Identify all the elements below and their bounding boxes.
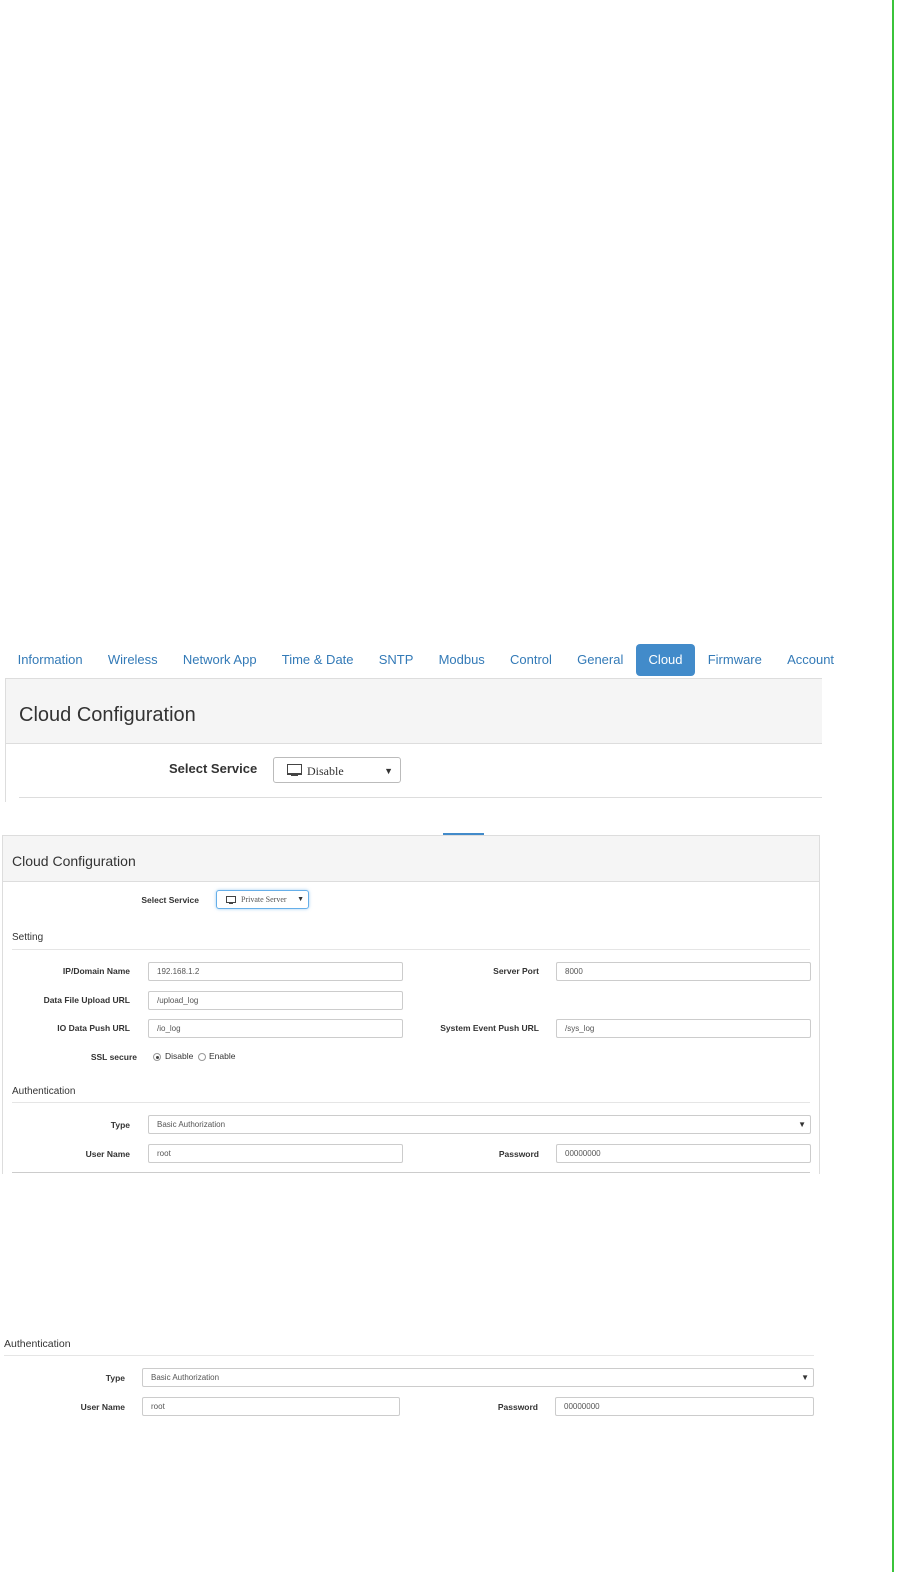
tab-cloud[interactable]: Cloud <box>635 644 696 676</box>
sys-event-url-label: System Event Push URL <box>440 1023 539 1033</box>
user-name-input[interactable]: root <box>148 1144 403 1163</box>
upload-url-input[interactable]: /upload_log <box>148 991 403 1010</box>
auth-type-value: Basic Authorization <box>157 1120 226 1129</box>
authentication-divider <box>4 1355 814 1356</box>
panel-bottom-divider <box>12 1172 810 1173</box>
service-select-value: Disable <box>307 764 344 778</box>
ip-domain-input[interactable]: 192.168.1.2 <box>148 962 403 981</box>
caret-down-icon: ▼ <box>798 1120 806 1129</box>
sys-event-url-input[interactable]: /sys_log <box>556 1019 811 1038</box>
io-push-url-input[interactable]: /io_log <box>148 1019 403 1038</box>
cloud-config-panel-disabled: Cloud Configuration Select Service Disab… <box>5 678 822 802</box>
authentication-section-title: Authentication <box>12 1086 76 1097</box>
service-select[interactable]: Disable ▼ <box>273 757 401 783</box>
io-push-url-label: IO Data Push URL <box>57 1023 130 1033</box>
setting-divider <box>12 949 810 950</box>
user-name-label: User Name <box>85 1149 130 1159</box>
caret-down-icon: ▼ <box>801 1373 809 1382</box>
password-input[interactable]: 00000000 <box>556 1144 811 1163</box>
right-edge-line <box>892 0 894 1572</box>
user-name-input[interactable]: root <box>142 1397 400 1416</box>
upload-url-label: Data File Upload URL <box>43 995 130 1005</box>
auth-type-label: Type <box>105 1373 125 1383</box>
caret-down-icon: ▼ <box>297 895 304 903</box>
tab-information[interactable]: Information <box>5 644 95 676</box>
select-service-label: Select Service <box>169 761 258 776</box>
authentication-section-title: Authentication <box>4 1338 71 1350</box>
panel-title: Cloud Configuration <box>3 836 819 882</box>
auth-type-label: Type <box>110 1120 130 1130</box>
password-label: Password <box>497 1402 538 1412</box>
tab-sntp[interactable]: SNTP <box>366 644 426 676</box>
ssl-secure-label: SSL secure <box>90 1052 137 1062</box>
ssl-enable-label: Enable <box>209 1051 236 1061</box>
service-select[interactable]: Private Server ▼ <box>216 890 309 909</box>
ssl-enable-radio[interactable] <box>198 1053 206 1061</box>
authentication-panel: Authentication Type Basic Authorization … <box>0 1336 830 1426</box>
auth-type-value: Basic Authorization <box>151 1373 220 1382</box>
user-name-label: User Name <box>80 1402 125 1412</box>
tab-account[interactable]: Account <box>774 644 846 676</box>
authentication-divider <box>12 1102 810 1103</box>
server-port-input[interactable]: 8000 <box>556 962 811 981</box>
page-title: Cloud Configuration <box>6 679 822 744</box>
monitor-icon <box>287 764 302 776</box>
caret-down-icon: ▼ <box>384 766 393 776</box>
tab-control[interactable]: Control <box>497 644 564 676</box>
select-service-label: Select Service <box>141 895 199 905</box>
ssl-disable-radio[interactable] <box>153 1053 161 1061</box>
password-label: Password <box>498 1149 539 1159</box>
password-input[interactable]: 00000000 <box>555 1397 814 1416</box>
ssl-disable-label: Disable <box>165 1051 194 1061</box>
tab-firmware[interactable]: Firmware <box>695 644 774 676</box>
tab-bar: Information Wireless Network App Time & … <box>5 644 847 678</box>
server-port-label: Server Port <box>493 966 539 976</box>
panel-footer-divider <box>19 797 822 798</box>
service-select-value: Private Server <box>241 895 287 904</box>
auth-type-select[interactable]: Basic Authorization ▼ <box>148 1115 811 1134</box>
setting-section-title: Setting <box>12 932 44 943</box>
tab-wireless[interactable]: Wireless <box>95 644 170 676</box>
ip-domain-label: IP/Domain Name <box>62 966 130 976</box>
auth-type-select[interactable]: Basic Authorization ▼ <box>142 1368 814 1387</box>
tab-general[interactable]: General <box>565 644 636 676</box>
tab-time-date[interactable]: Time & Date <box>269 644 366 676</box>
monitor-icon <box>226 896 236 904</box>
tab-network-app[interactable]: Network App <box>170 644 269 676</box>
cloud-config-panel-private: Cloud Configuration Select Service Priva… <box>2 835 820 1174</box>
tab-modbus[interactable]: Modbus <box>426 644 497 676</box>
